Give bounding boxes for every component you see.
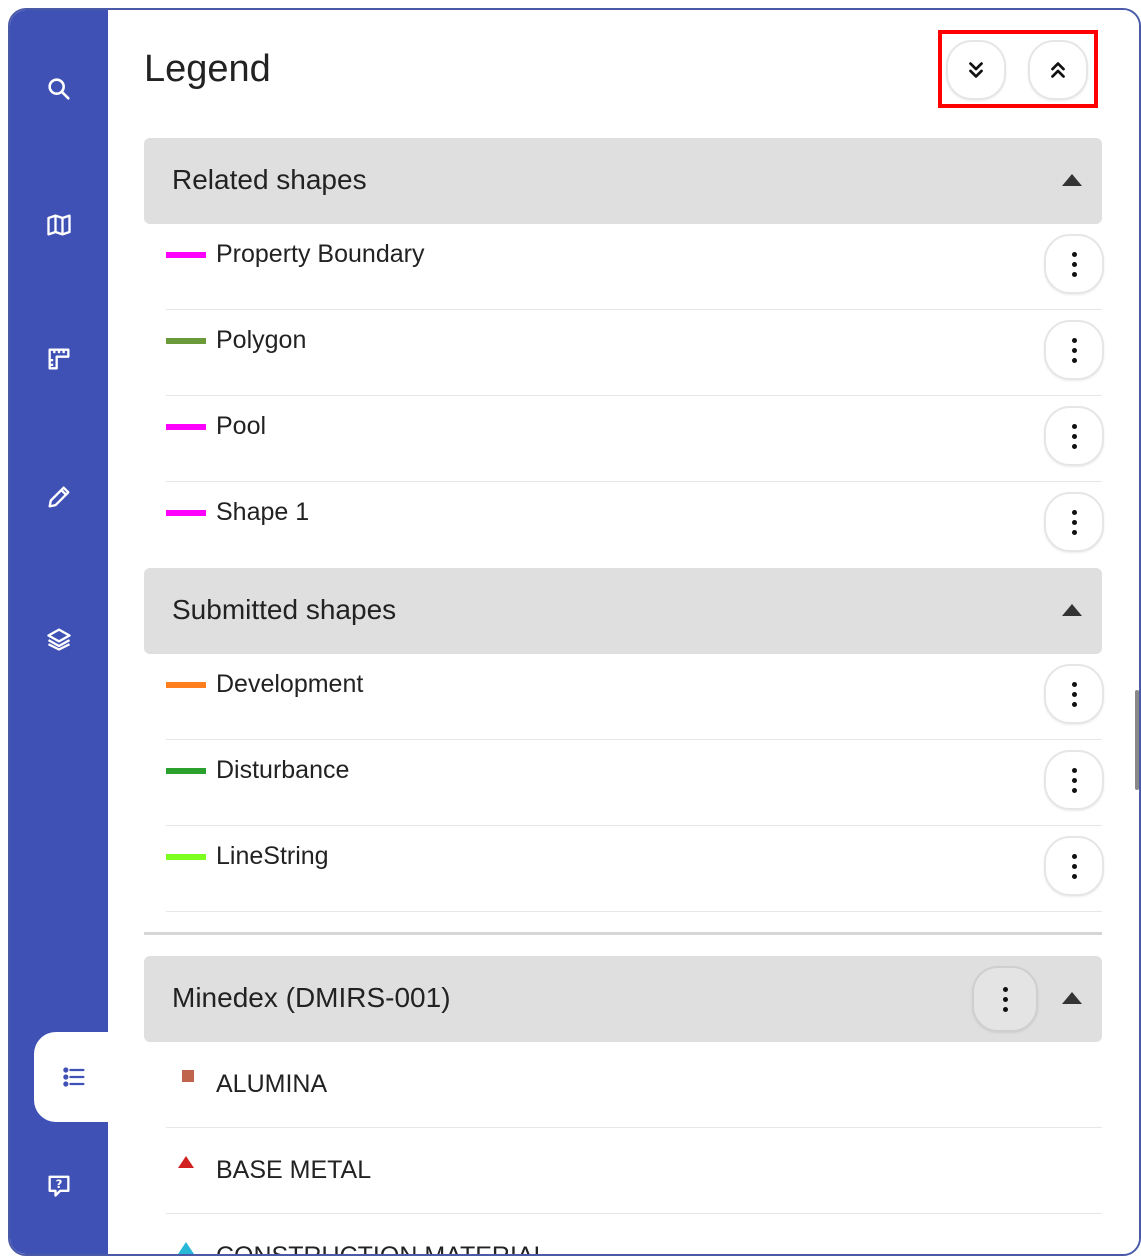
map-icon (47, 214, 71, 236)
legend-panel: Legend Related shapes Property Boundary … (108, 10, 1139, 1254)
item-menu-button[interactable] (1044, 664, 1104, 724)
section-title: Related shapes (172, 164, 367, 195)
section-header-related-shapes[interactable]: Related shapes (144, 138, 1102, 224)
line-swatch (166, 854, 206, 860)
sidebar-item-map[interactable] (10, 190, 108, 260)
item-menu-button[interactable] (1044, 750, 1104, 810)
legend-item: BASE METAL (166, 1128, 1102, 1214)
sidebar-item-legend[interactable] (34, 1032, 114, 1122)
more-vert-icon (1071, 681, 1077, 707)
list-icon (63, 1067, 85, 1087)
item-label: BASE METAL (216, 1156, 372, 1184)
legend-item: Shape 1 (166, 482, 1104, 568)
svg-text:?: ? (56, 1177, 63, 1191)
collapse-all-button[interactable] (1028, 40, 1088, 100)
more-vert-icon (1071, 853, 1077, 879)
line-swatch (166, 768, 206, 774)
double-chevron-down-icon (969, 62, 983, 78)
line-swatch (166, 682, 206, 688)
legend-item: LineString (166, 826, 1104, 912)
legend-item: Pool (166, 396, 1104, 482)
more-vert-icon (1071, 337, 1077, 363)
pencil-icon (48, 486, 70, 508)
help-icon: ? (48, 1175, 70, 1197)
item-label: LineString (216, 842, 329, 870)
section-title: Submitted shapes (172, 594, 397, 625)
caret-up-icon[interactable] (1062, 174, 1082, 186)
item-menu-button[interactable] (1044, 320, 1104, 380)
legend-item: Development (166, 654, 1104, 740)
layer-menu-button[interactable] (972, 966, 1038, 1032)
layers-icon (47, 628, 71, 651)
sidebar: ? (10, 10, 114, 1254)
legend-item: Property Boundary (166, 224, 1104, 310)
item-menu-button[interactable] (1044, 234, 1104, 294)
item-menu-button[interactable] (1044, 406, 1104, 466)
expand-all-button[interactable] (946, 40, 1006, 100)
legend-item: ALUMINA (166, 1042, 1102, 1128)
item-label: Polygon (216, 326, 307, 354)
item-label: Disturbance (216, 756, 350, 784)
line-swatch (166, 424, 206, 430)
caret-up-icon[interactable] (1062, 992, 1082, 1004)
sidebar-item-draw[interactable] (10, 462, 108, 532)
sidebar-item-measure[interactable] (10, 324, 108, 394)
legend-item: CONSTRUCTION MATERIAL (166, 1214, 1102, 1256)
section-header-minedex[interactable]: Minedex (DMIRS-001) (144, 956, 1102, 1042)
line-swatch (166, 510, 206, 516)
section-header-submitted-shapes[interactable]: Submitted shapes (144, 568, 1102, 654)
more-vert-icon (1071, 509, 1077, 535)
section-title: Minedex (DMIRS-001) (172, 982, 451, 1013)
line-swatch (166, 252, 206, 258)
more-vert-icon (1002, 986, 1008, 1012)
item-label: Property Boundary (216, 240, 425, 268)
search-icon (48, 78, 70, 100)
item-label: CONSTRUCTION MATERIAL (216, 1242, 548, 1256)
item-label: ALUMINA (216, 1070, 328, 1098)
item-menu-button[interactable] (1044, 492, 1104, 552)
app-frame: ? Legend Related shapes Property Boundar… (8, 8, 1141, 1256)
more-vert-icon (1071, 423, 1077, 449)
item-label: Pool (216, 412, 267, 440)
double-chevron-up-icon (1051, 62, 1065, 78)
legend-item: Polygon (166, 310, 1104, 396)
item-label: Shape 1 (216, 498, 310, 526)
more-vert-icon (1071, 767, 1077, 793)
more-vert-icon (1071, 251, 1077, 277)
legend-item: Disturbance (166, 740, 1104, 826)
sidebar-item-search[interactable] (10, 54, 108, 124)
section-divider (144, 932, 1102, 935)
ruler-icon (48, 348, 70, 370)
line-swatch (166, 338, 206, 344)
scrollbar[interactable] (1135, 690, 1139, 790)
caret-up-icon[interactable] (1062, 604, 1082, 616)
sidebar-item-help[interactable]: ? (10, 1150, 108, 1220)
triangle-symbol (178, 1156, 194, 1168)
page-title: Legend (144, 48, 271, 90)
item-menu-button[interactable] (1044, 836, 1104, 896)
triangle-symbol (178, 1242, 194, 1254)
sidebar-item-layers[interactable] (10, 604, 108, 674)
item-label: Development (216, 670, 364, 698)
square-symbol (182, 1070, 194, 1082)
